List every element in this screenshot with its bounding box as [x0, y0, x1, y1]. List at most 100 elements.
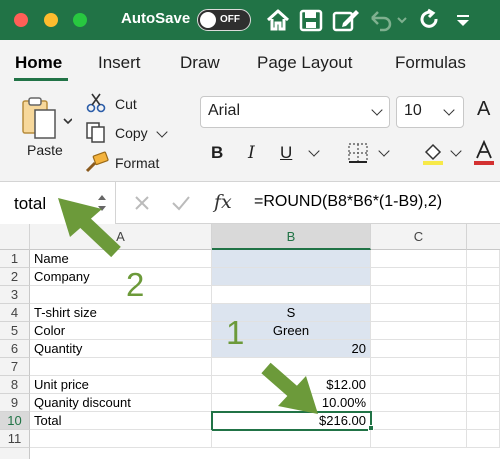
increase-font-size-icon[interactable]: A: [477, 98, 490, 121]
tab-formulas[interactable]: Formulas: [395, 53, 466, 73]
format-label[interactable]: Format: [115, 155, 159, 171]
row-header[interactable]: 5: [0, 322, 30, 340]
row-header[interactable]: 4: [0, 304, 30, 322]
cell-b8[interactable]: $12.00: [212, 376, 371, 394]
cell-d11[interactable]: [467, 430, 500, 448]
fill-color-icon[interactable]: [420, 140, 446, 166]
paste-icon[interactable]: [20, 96, 72, 142]
cell-d8[interactable]: [467, 376, 500, 394]
autosave-toggle[interactable]: OFF: [197, 9, 251, 31]
underline-button[interactable]: U: [280, 143, 292, 163]
customize-menu-icon[interactable]: [454, 7, 472, 33]
cell-c6[interactable]: [371, 340, 467, 358]
cell-a1[interactable]: Name: [30, 250, 212, 268]
cell-a9[interactable]: Quanity discount: [30, 394, 212, 412]
column-header-b[interactable]: B: [212, 224, 371, 250]
font-color-icon[interactable]: [472, 140, 496, 166]
save-icon[interactable]: [299, 7, 323, 33]
row-header[interactable]: 8: [0, 376, 30, 394]
fill-color-chevron-icon[interactable]: [450, 145, 462, 157]
cell-c5[interactable]: [371, 322, 467, 340]
cell-d2[interactable]: [467, 268, 500, 286]
column-header-a[interactable]: A: [30, 224, 212, 250]
column-header-c[interactable]: C: [371, 224, 467, 250]
cell-b11[interactable]: [212, 430, 371, 448]
cell-c1[interactable]: [371, 250, 467, 268]
row-header[interactable]: 9: [0, 394, 30, 412]
copy-chevron-icon[interactable]: [156, 126, 168, 138]
cell-c8[interactable]: [371, 376, 467, 394]
tab-insert[interactable]: Insert: [98, 53, 141, 73]
cell-c2[interactable]: [371, 268, 467, 286]
font-size-select[interactable]: 10: [396, 96, 464, 128]
row-header[interactable]: 1: [0, 250, 30, 268]
cell-a7[interactable]: [30, 358, 212, 376]
cell-c7[interactable]: [371, 358, 467, 376]
cut-label[interactable]: Cut: [115, 96, 137, 112]
cell-a8[interactable]: Unit price: [30, 376, 212, 394]
tab-home[interactable]: Home: [15, 53, 62, 73]
cell-a5[interactable]: Color: [30, 322, 212, 340]
copy-icon[interactable]: [85, 121, 107, 143]
insert-function-icon[interactable]: fx: [214, 191, 232, 213]
format-painter-icon[interactable]: [85, 151, 109, 173]
name-box-stepper-icon[interactable]: [96, 191, 108, 215]
row-header[interactable]: [0, 448, 30, 459]
tab-page-layout[interactable]: Page Layout: [257, 53, 352, 73]
cell-d10[interactable]: [467, 412, 500, 430]
row-header[interactable]: 11: [0, 430, 30, 448]
cell-b7[interactable]: [212, 358, 371, 376]
tab-draw[interactable]: Draw: [180, 53, 220, 73]
select-all-corner[interactable]: [0, 224, 30, 250]
row-header[interactable]: 2: [0, 268, 30, 286]
row-header[interactable]: 10: [0, 412, 30, 430]
name-box[interactable]: total: [0, 182, 116, 224]
borders-chevron-icon[interactable]: [378, 145, 390, 157]
cell-a2[interactable]: Company: [30, 268, 212, 286]
cell-c9[interactable]: [371, 394, 467, 412]
cancel-formula-icon[interactable]: [133, 194, 151, 212]
formula-input[interactable]: =ROUND(B8*B6*(1-B9),2): [254, 193, 442, 211]
row-header[interactable]: 3: [0, 286, 30, 304]
cell-a10[interactable]: Total: [30, 412, 212, 430]
cell-a11[interactable]: [30, 430, 212, 448]
cell-c11[interactable]: [371, 430, 467, 448]
cell-a4[interactable]: T-shirt size: [30, 304, 212, 322]
minimize-window-button[interactable]: [44, 13, 58, 27]
home-icon[interactable]: [265, 7, 291, 33]
cell-d4[interactable]: [467, 304, 500, 322]
cell-a6[interactable]: Quantity: [30, 340, 212, 358]
cell-d7[interactable]: [467, 358, 500, 376]
cell-d1[interactable]: [467, 250, 500, 268]
cell-d6[interactable]: [467, 340, 500, 358]
italic-button[interactable]: I: [248, 143, 255, 163]
cell-c3[interactable]: [371, 286, 467, 304]
font-family-select[interactable]: Arial: [200, 96, 390, 128]
borders-icon[interactable]: [347, 142, 369, 164]
cell-b1[interactable]: [212, 250, 371, 268]
zoom-window-button[interactable]: [73, 13, 87, 27]
cell-b9[interactable]: 10.00%: [212, 394, 371, 412]
edit-icon[interactable]: [332, 7, 360, 33]
cell-c10[interactable]: [371, 412, 467, 430]
cell-b10[interactable]: $216.00: [211, 411, 372, 431]
paste-label[interactable]: Paste: [27, 142, 63, 158]
cell-b3[interactable]: [212, 286, 371, 304]
underline-chevron-icon[interactable]: [308, 145, 320, 157]
enter-formula-icon[interactable]: [171, 194, 191, 212]
cell-b2[interactable]: [212, 268, 371, 286]
cell-c4[interactable]: [371, 304, 467, 322]
redo-icon[interactable]: [418, 7, 442, 33]
cut-icon[interactable]: [86, 93, 106, 113]
undo-icon[interactable]: [368, 7, 408, 33]
copy-label[interactable]: Copy: [115, 125, 148, 141]
column-header-d[interactable]: [467, 224, 500, 250]
cell-a3[interactable]: [30, 286, 212, 304]
bold-button[interactable]: B: [211, 143, 223, 163]
cell-d3[interactable]: [467, 286, 500, 304]
close-window-button[interactable]: [14, 13, 28, 27]
cell-d9[interactable]: [467, 394, 500, 412]
row-header[interactable]: 6: [0, 340, 30, 358]
cell-d5[interactable]: [467, 322, 500, 340]
row-header[interactable]: 7: [0, 358, 30, 376]
